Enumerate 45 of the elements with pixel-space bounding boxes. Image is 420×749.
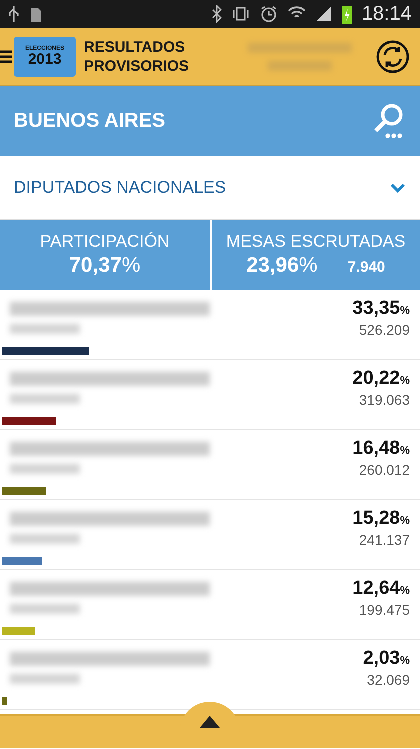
stat-label: PARTICIPACIÓN [40, 232, 170, 252]
blurred-text [10, 394, 80, 404]
battery-icon [342, 4, 352, 24]
stat-value: 23,96% [246, 254, 318, 278]
sd-card-icon [30, 5, 42, 23]
app-title: RESULTADOS [84, 38, 186, 56]
vote-count: 260.012 [359, 462, 410, 478]
vote-count: 32.069 [367, 672, 410, 688]
signal-icon [316, 6, 332, 22]
vibrate-icon [232, 6, 250, 22]
blurred-text [10, 604, 80, 614]
stat-value: 70,37% [69, 254, 141, 278]
result-row[interactable]: 15,28% 241.137 [0, 500, 420, 570]
blurred-text [10, 464, 80, 474]
blurred-text [10, 534, 80, 544]
refresh-icon[interactable] [376, 40, 410, 74]
result-row[interactable]: 2,03% 32.069 [0, 640, 420, 710]
menu-icon[interactable] [0, 50, 12, 64]
vote-percent: 12,64% [352, 578, 410, 600]
vote-percent: 2,03% [363, 648, 410, 670]
bluetooth-icon [212, 5, 222, 23]
clock-time: 18:14 [362, 2, 412, 26]
vote-count: 241.137 [359, 532, 410, 548]
vote-count: 319.063 [359, 392, 410, 408]
vote-percent: 16,48% [352, 438, 410, 460]
region-title: BUENOS AIRES [14, 110, 167, 132]
stat-label: MESAS ESCRUTADAS [226, 232, 406, 252]
vote-count: 526.209 [359, 322, 410, 338]
blurred-text [10, 324, 80, 334]
app-title: PROVISORIOS [84, 56, 190, 76]
triangle-up-icon [200, 716, 220, 728]
chevron-down-icon [390, 182, 406, 192]
blurred-text [10, 674, 80, 684]
vote-count: 199.475 [359, 602, 410, 618]
result-row[interactable]: 12,64% 199.475 [0, 570, 420, 640]
usb-icon [8, 5, 20, 23]
vote-percent: 20,22% [352, 368, 410, 390]
stat-count: 7.940 [348, 259, 386, 276]
logo-year: 2013 [28, 52, 62, 67]
vote-percent: 33,35% [352, 298, 410, 320]
result-row[interactable]: 16,48% 260.012 [0, 430, 420, 500]
vote-percent: 15,28% [352, 508, 410, 530]
result-row[interactable]: 20,22% 319.063 [0, 360, 420, 430]
result-row[interactable]: 33,35% 526.209 [0, 290, 420, 360]
alarm-icon [260, 5, 278, 23]
